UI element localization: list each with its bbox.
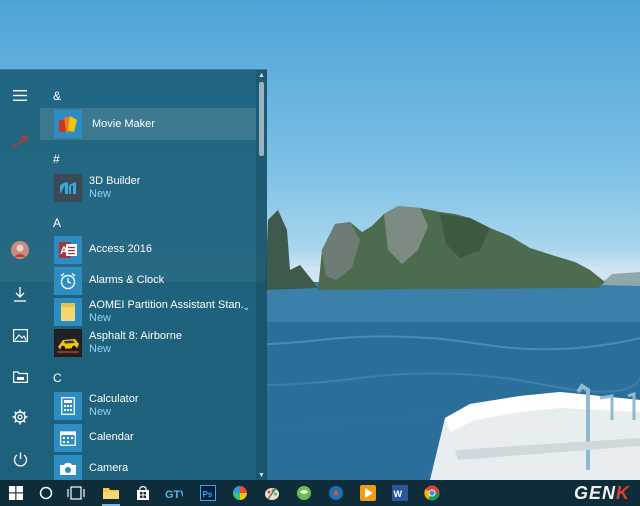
hamburger-menu-icon[interactable]	[8, 83, 32, 107]
all-apps-list: & Movie Maker # 3D Builder New A A Acces…	[40, 70, 256, 481]
paint-icon[interactable]	[262, 483, 282, 503]
cortana-search-icon[interactable]	[36, 483, 56, 503]
new-badge: New	[89, 312, 112, 324]
app-alarms-clock[interactable]: Alarms & Clock	[40, 265, 256, 296]
svg-text:W: W	[394, 489, 403, 499]
new-badge: New	[89, 188, 112, 200]
watermark-text-main: GEN	[573, 483, 616, 503]
teamviewer-icon[interactable]: GTV	[164, 483, 184, 503]
file-explorer-icon[interactable]	[8, 364, 32, 388]
media-player-icon[interactable]	[358, 483, 378, 503]
scroll-up-arrow-icon[interactable]: ▲	[258, 72, 265, 79]
word-icon[interactable]: W	[390, 483, 410, 503]
red-arrow-annotation-icon	[8, 130, 32, 154]
genk-watermark-logo: GENK	[574, 483, 630, 504]
app-label: Movie Maker	[92, 118, 155, 130]
calendar-icon	[54, 423, 82, 452]
start-left-rail	[0, 70, 40, 481]
app-list-scrollbar[interactable]: ▲ ▼	[256, 70, 267, 481]
app-label: Access 2016	[89, 243, 152, 255]
asphalt-icon	[54, 328, 82, 357]
svg-text:GTV: GTV	[165, 489, 183, 501]
app-label: Calculator	[89, 393, 139, 405]
new-badge: New	[89, 406, 112, 418]
new-badge: New	[89, 343, 112, 355]
scroll-thumb[interactable]	[259, 82, 264, 156]
start-menu: & Movie Maker # 3D Builder New A A Acces…	[0, 69, 267, 481]
security-app-icon[interactable]	[326, 483, 346, 503]
app-asphalt-8[interactable]: Asphalt 8: Airborne New	[40, 327, 256, 358]
camera-icon	[54, 454, 82, 481]
alarm-clock-icon	[54, 266, 82, 295]
calculator-icon	[54, 391, 82, 420]
chevron-down-icon[interactable]: ⌄	[242, 302, 250, 313]
app-aomei-partition-assistant[interactable]: AOMEI Partition Assistant Stan... New ⌄	[40, 296, 256, 327]
movie-maker-icon	[54, 110, 82, 138]
app-label: 3D Builder	[89, 175, 141, 187]
app-movie-maker[interactable]: Movie Maker	[40, 108, 256, 140]
pinwheel-app-icon[interactable]	[230, 483, 250, 503]
app-camera[interactable]: Camera	[40, 453, 256, 481]
svg-text:Ps: Ps	[203, 490, 213, 499]
power-icon[interactable]	[8, 447, 32, 471]
app-label: AOMEI Partition Assistant Stan...	[89, 299, 244, 311]
pictures-icon[interactable]	[8, 323, 32, 347]
section-header-a[interactable]: A	[53, 216, 61, 230]
windows-start-icon[interactable]	[6, 483, 26, 503]
folder-icon	[54, 297, 82, 326]
task-view-icon[interactable]	[66, 483, 86, 503]
messaging-app-icon[interactable]	[294, 483, 314, 503]
section-header-c[interactable]: C	[53, 371, 62, 385]
downloads-icon[interactable]	[8, 282, 32, 306]
app-calendar[interactable]: Calendar	[40, 422, 256, 453]
app-3d-builder[interactable]: 3D Builder New	[40, 172, 256, 203]
app-access-2016[interactable]: A Access 2016	[40, 234, 256, 265]
chrome-icon[interactable]	[422, 483, 442, 503]
taskbar: GTV Ps W GENK	[0, 480, 640, 506]
settings-icon[interactable]	[8, 405, 32, 429]
watermark-text-accent: K	[616, 483, 630, 503]
scroll-down-arrow-icon[interactable]: ▼	[258, 472, 265, 479]
access-icon: A	[54, 235, 82, 264]
app-label: Asphalt 8: Airborne	[89, 330, 182, 342]
3d-builder-icon	[54, 173, 82, 202]
app-label: Calendar	[89, 431, 134, 443]
store-icon[interactable]	[133, 483, 153, 503]
svg-text:A: A	[60, 245, 68, 257]
section-header-hash[interactable]: #	[53, 152, 60, 166]
section-header-ampersand[interactable]: &	[53, 89, 61, 103]
user-avatar-icon[interactable]	[8, 238, 32, 262]
app-calculator[interactable]: Calculator New	[40, 390, 256, 421]
app-label: Alarms & Clock	[89, 274, 165, 286]
photoshop-icon[interactable]: Ps	[198, 483, 218, 503]
file-explorer-taskbar-icon[interactable]	[101, 483, 121, 506]
app-label: Camera	[89, 462, 129, 474]
